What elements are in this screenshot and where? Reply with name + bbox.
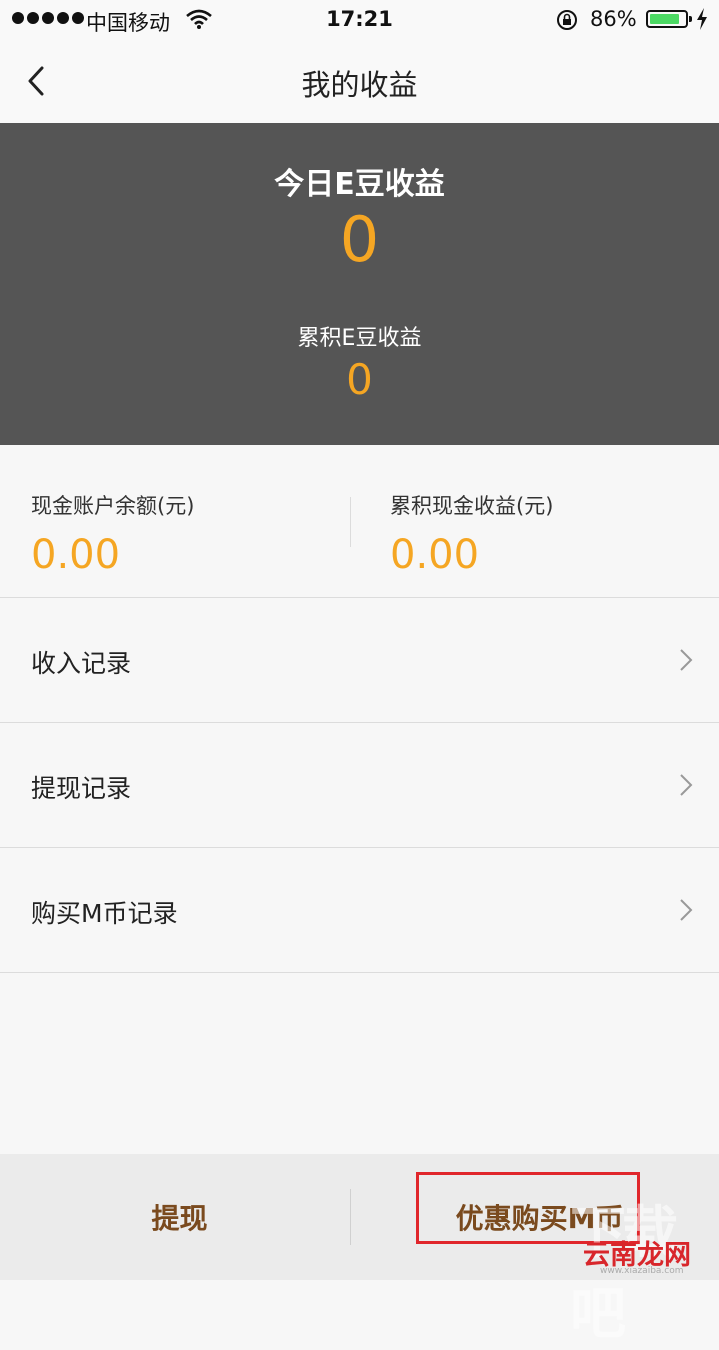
cash-balance: 现金账户余额(元) 0.00 [31, 490, 194, 578]
battery-icon [646, 10, 692, 28]
bottom-divider [350, 1189, 351, 1245]
cash-divider [350, 497, 351, 547]
status-bar: 中国移动 17:21 86% [0, 0, 719, 40]
list-item-label: 提现记录 [31, 774, 132, 803]
withdraw-button[interactable]: 提现 [0, 1154, 359, 1280]
list-item-m-coin-records[interactable]: 购买M币记录 [0, 848, 719, 973]
cash-total-label: 累积现金收益(元) [390, 494, 554, 518]
battery-percent: 86% [590, 7, 637, 31]
list-item-income-records[interactable]: 收入记录 [0, 598, 719, 723]
today-e-bean-value: 0 [339, 203, 380, 276]
list-item-withdraw-records[interactable]: 提现记录 [0, 723, 719, 848]
watermark-url: www.xiazaiba.com [600, 1266, 684, 1276]
chevron-right-icon [679, 648, 693, 672]
chevron-right-icon [679, 773, 693, 797]
cash-total-value: 0.00 [390, 532, 480, 578]
records-list: 收入记录 提现记录 购买M币记录 [0, 598, 719, 973]
today-e-bean-label: 今日E豆收益 [274, 167, 445, 202]
total-e-bean-value: 0 [346, 355, 373, 404]
nav-bar: 我的收益 [0, 40, 719, 123]
bolt-icon [696, 8, 708, 35]
page-title: 我的收益 [301, 68, 418, 102]
e-bean-earnings-panel: 今日E豆收益 0 累积E豆收益 0 [0, 123, 719, 445]
cash-total: 累积现金收益(元) 0.00 [390, 490, 553, 578]
list-item-label: 购买M币记录 [31, 899, 178, 928]
rotation-lock-icon [556, 9, 578, 36]
chevron-right-icon [679, 898, 693, 922]
cash-balance-label: 现金账户余额(元) [31, 494, 195, 518]
cash-balance-value: 0.00 [31, 532, 121, 578]
total-e-bean-label: 累积E豆收益 [297, 326, 422, 351]
cash-summary: 现金账户余额(元) 0.00 累积现金收益(元) 0.00 [0, 445, 719, 598]
list-item-label: 收入记录 [31, 649, 132, 678]
